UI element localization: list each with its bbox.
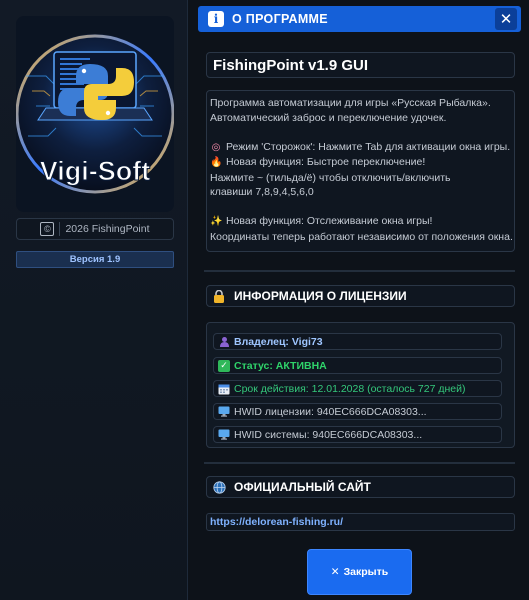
status-text: Статус: АКТИВНА xyxy=(234,359,327,372)
description-line: Нажмите ~ (тильда/ё) чтобы отключить/вкл… xyxy=(210,171,451,184)
user-icon xyxy=(218,336,230,348)
expiry-text: Срок действия: 12.01.2028 (осталось 727 … xyxy=(234,382,466,395)
description-line: Программа автоматизации для игры «Русска… xyxy=(210,97,491,109)
about-dialog: i О ПРОГРАММЕ ✕ FishingPoint v1.9 GUI Пр… xyxy=(190,0,529,600)
description-line: Координаты теперь работают независимо от… xyxy=(210,230,513,243)
version-badge: Версия 1.9 xyxy=(16,251,174,268)
license-info-box: Владелец: Vigi73 ✓ Статус: АКТИВНА Срок … xyxy=(206,322,515,448)
divider xyxy=(59,222,61,236)
license-heading: ИНФОРМАЦИЯ О ЛИЦЕНЗИИ xyxy=(234,289,407,303)
app-name-field: FishingPoint v1.9 GUI xyxy=(206,52,515,78)
close-button[interactable]: ✕ Закрыть xyxy=(307,549,412,595)
close-button-label: Закрыть xyxy=(343,566,389,578)
copyright-icon: © xyxy=(40,222,55,236)
info-icon: i xyxy=(208,11,224,27)
lock-icon xyxy=(212,289,226,303)
target-icon: ◎ xyxy=(211,141,221,153)
vigi-soft-logo: Vigi-Soft xyxy=(16,16,174,212)
close-icon-button[interactable]: ✕ xyxy=(495,8,517,30)
hwid-license-text: HWID лицензии: 940EC666DCA08303... xyxy=(234,405,427,418)
description-line: ◎ Режим 'Сторожок': Нажмите Tab для актив… xyxy=(210,140,512,156)
expiry-row: Срок действия: 12.01.2028 (осталось 727 … xyxy=(213,380,502,397)
hwid-system-row: HWID системы: 940EC666DCA08303... xyxy=(213,426,502,443)
hwid-license-row: HWID лицензии: 940EC666DCA08303... xyxy=(213,403,502,420)
website-heading: ОФИЦИАЛЬНЫЙ САЙТ xyxy=(234,480,371,494)
description-line: 🔥 Новая функция: Быстрое переключение! xyxy=(210,155,512,171)
monitor-icon xyxy=(218,429,230,441)
status-row: ✓ Статус: АКТИВНА xyxy=(213,357,502,374)
globe-icon xyxy=(212,480,226,494)
copyright-label: © 2026 FishingPoint xyxy=(16,218,174,240)
website-section-header: ОФИЦИАЛЬНЫЙ САЙТ xyxy=(206,476,515,498)
close-icon: ✕ xyxy=(330,566,340,578)
description-line: ✨ Новая функция: Отслеживание окна игры! xyxy=(210,214,512,230)
checkmark-icon: ✓ xyxy=(218,359,230,372)
calendar-icon xyxy=(218,383,230,395)
sidebar: Vigi-Soft © 2026 FishingPoint Версия 1.9 xyxy=(0,0,188,600)
owner-row: Владелец: Vigi73 xyxy=(213,333,502,350)
license-section-header: ИНФОРМАЦИЯ О ЛИЦЕНЗИИ xyxy=(206,285,515,307)
description-text-area[interactable]: Программа автоматизации для игры «Русска… xyxy=(206,90,515,252)
description-line: Автоматический заброс и переключение удо… xyxy=(210,111,447,124)
divider xyxy=(204,270,515,272)
monitor-icon xyxy=(218,406,230,418)
hwid-system-text: HWID системы: 940EC666DCA08303... xyxy=(234,428,423,441)
website-link[interactable]: https://delorean-fishing.ru/ xyxy=(206,513,515,531)
description-line: клавиши 7,8,9,4,5,6,0 xyxy=(210,186,314,198)
logo-text: Vigi-Soft xyxy=(40,156,151,186)
divider xyxy=(204,462,515,464)
dialog-title: О ПРОГРАММЕ xyxy=(232,12,328,26)
copyright-text: 2026 FishingPoint xyxy=(65,223,150,235)
title-bar: i О ПРОГРАММЕ ✕ xyxy=(198,6,521,32)
sparkle-icon: ✨ xyxy=(210,216,223,227)
owner-text: Владелец: Vigi73 xyxy=(234,335,323,348)
fire-icon: 🔥 xyxy=(210,157,223,168)
